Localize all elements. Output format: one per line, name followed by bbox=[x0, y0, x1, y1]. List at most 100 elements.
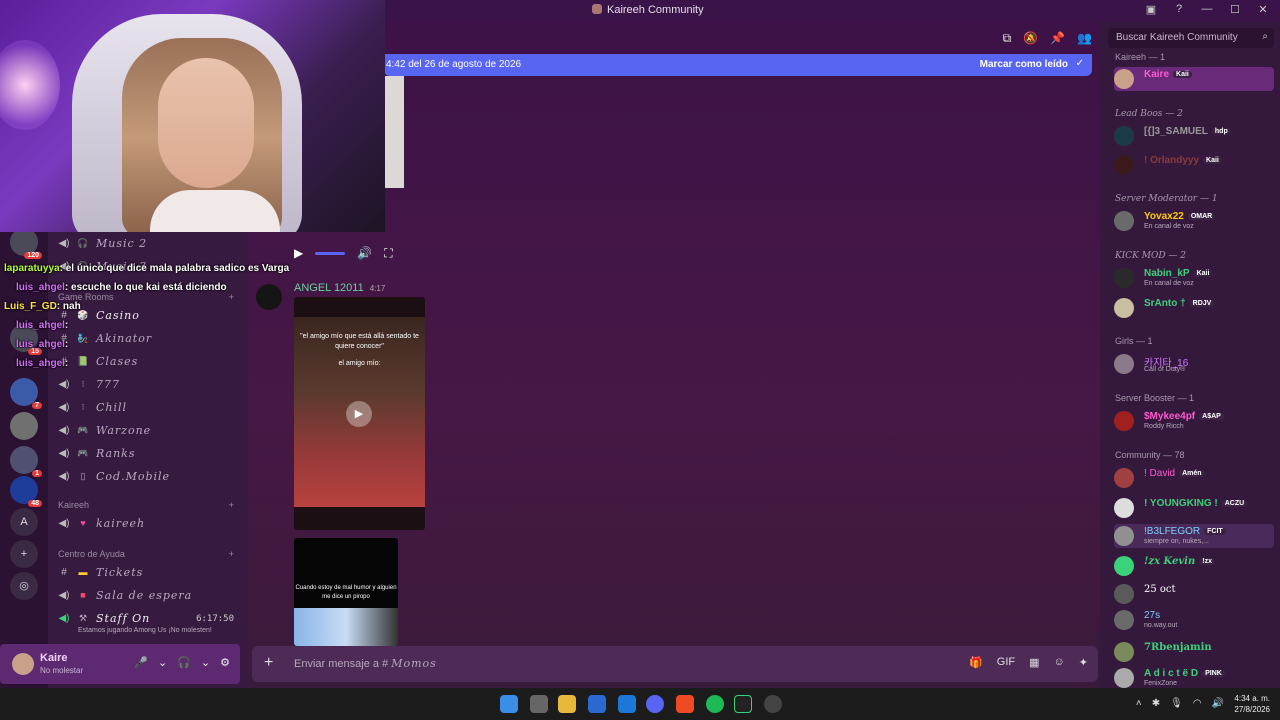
mark-read-button[interactable]: Marcar como leído bbox=[980, 59, 1068, 70]
play-icon[interactable]: ▶ bbox=[346, 401, 372, 427]
message-composer[interactable]: + Enviar mensaje a # Momos 🎁 GIF ▦ ☺ ✦ bbox=[252, 646, 1098, 682]
avatar bbox=[1114, 211, 1134, 231]
gif-icon[interactable]: GIF bbox=[997, 656, 1015, 669]
gift-icon[interactable]: 🎁 bbox=[969, 656, 983, 669]
search-input[interactable]: Buscar Kaireeh Community ⌕ bbox=[1108, 28, 1274, 48]
microphone-icon[interactable]: 🎤 bbox=[134, 656, 148, 669]
member-item[interactable]: 27s no.way.out bbox=[1114, 608, 1274, 632]
pin-icon[interactable]: 📌 bbox=[1050, 31, 1065, 46]
add-server-icon[interactable]: + bbox=[10, 540, 38, 568]
minimize-button[interactable]: — bbox=[1200, 3, 1214, 16]
volume-icon[interactable]: 🔊 bbox=[357, 246, 372, 260]
member-tag: FCIT bbox=[1204, 528, 1226, 535]
voice-channel[interactable]: ◀) 🎮 Warzone bbox=[58, 420, 151, 440]
headphones-icon[interactable]: 🎧 bbox=[177, 656, 191, 669]
clock[interactable]: 4:34 a. m. 27/8/2026 bbox=[1234, 693, 1270, 715]
windows-start-icon[interactable] bbox=[500, 695, 518, 713]
chevron-up-icon[interactable]: ˄ bbox=[1136, 698, 1142, 709]
avatar bbox=[1114, 556, 1134, 576]
wifi-icon[interactable]: ◠ bbox=[1193, 698, 1202, 709]
volume-icon[interactable]: 🔊 bbox=[1212, 698, 1224, 709]
edge-icon[interactable] bbox=[618, 695, 636, 713]
heart-icon: ♥ bbox=[80, 518, 86, 528]
member-item[interactable]: !zx Kevin !zx bbox=[1114, 554, 1274, 578]
member-item[interactable]: ! David Amén bbox=[1114, 466, 1274, 490]
emoji-icon[interactable]: ☺ bbox=[1054, 656, 1065, 669]
add-channel-icon[interactable]: + bbox=[229, 500, 234, 510]
new-messages-bar[interactable]: 4:42 del 26 de agosto de 2026 Marcar com… bbox=[384, 54, 1092, 76]
text-channel[interactable]: # 📗 Clases bbox=[58, 351, 138, 371]
play-icon[interactable]: ▶ bbox=[294, 246, 303, 260]
terminal-icon[interactable] bbox=[734, 695, 752, 713]
channel-emoji-icon: ■ bbox=[80, 590, 86, 600]
members-icon[interactable]: 👥 bbox=[1077, 31, 1092, 46]
server-icon[interactable]: 120 bbox=[10, 228, 42, 259]
member-item[interactable]: !B3LFEGOR FCIT siempre on, nukes,... bbox=[1114, 524, 1274, 548]
video-attachment[interactable]: Cuando estoy de mal humor y alguien me d… bbox=[294, 538, 398, 646]
member-item[interactable]: 25 oct bbox=[1114, 582, 1274, 606]
member-item[interactable]: 7Rbenjamin bbox=[1114, 640, 1274, 664]
inbox-icon[interactable]: ▣ bbox=[1144, 3, 1158, 16]
apps-icon[interactable]: ✦ bbox=[1079, 656, 1088, 669]
bluetooth-icon[interactable]: ✱ bbox=[1152, 698, 1160, 709]
maximize-button[interactable]: ☐ bbox=[1228, 3, 1242, 16]
fullscreen-icon[interactable]: ⛶ bbox=[384, 246, 392, 261]
mute-bell-icon[interactable]: 🔕 bbox=[1023, 31, 1038, 46]
voice-channel[interactable]: ◀) ■ Sala de espera bbox=[58, 585, 192, 605]
voice-channel[interactable]: ◀) 🎧 Music 2 bbox=[58, 233, 147, 253]
obs-icon[interactable] bbox=[764, 695, 782, 713]
member-item[interactable]: SrAnto † RDJV bbox=[1114, 296, 1274, 320]
member-item[interactable]: [{]3_SAMUEL hdp bbox=[1114, 124, 1274, 148]
category-kaireeh[interactable]: Kaireeh + bbox=[58, 500, 234, 510]
chevron-down-icon[interactable]: ⌄ bbox=[158, 656, 167, 669]
avatar[interactable] bbox=[256, 284, 282, 310]
avatar bbox=[1114, 642, 1134, 662]
store-icon[interactable] bbox=[588, 695, 606, 713]
member-item[interactable]: Kaire Kaii bbox=[1114, 67, 1274, 91]
mic-icon[interactable]: 🎙 bbox=[1170, 698, 1183, 709]
brave-icon[interactable] bbox=[676, 695, 694, 713]
member-item[interactable]: Yovax22 OMAR En canal de voz bbox=[1114, 209, 1274, 233]
text-channel[interactable]: # 🧞 Akinator bbox=[58, 328, 152, 348]
add-attachment-button[interactable]: + bbox=[264, 654, 273, 672]
file-explorer-icon[interactable] bbox=[558, 695, 576, 713]
member-item[interactable]: ! Orlandyyy Kaii bbox=[1114, 153, 1274, 177]
member-item[interactable]: Nabin_kP Kaii En canal de voz bbox=[1114, 266, 1274, 290]
voice-channel[interactable]: ◀) ⁝ Chill bbox=[58, 397, 127, 417]
video-attachment[interactable]: "el amigo mío que está allá sentado te q… bbox=[294, 297, 425, 530]
gear-icon[interactable]: ⚙ bbox=[220, 656, 230, 669]
volume-slider[interactable] bbox=[315, 251, 346, 255]
server-icon[interactable]: 48 bbox=[10, 476, 42, 507]
voice-channel[interactable]: ◀) ▯ Cod.Mobile bbox=[58, 466, 170, 486]
discord-icon[interactable] bbox=[646, 695, 664, 713]
task-view-icon[interactable] bbox=[530, 695, 548, 713]
member-item[interactable]: ! YOUNGKING ! ACZU bbox=[1114, 496, 1274, 520]
text-channel[interactable]: # ▬ Tickets bbox=[58, 562, 143, 582]
explore-icon[interactable]: ◎ bbox=[10, 572, 38, 600]
server-icon[interactable]: 7 bbox=[10, 378, 42, 409]
message-author[interactable]: ANGEL 12011 bbox=[294, 282, 364, 294]
mark-read-icon: ✓ bbox=[1075, 58, 1084, 69]
server-icon[interactable] bbox=[10, 412, 38, 440]
add-channel-icon[interactable]: + bbox=[229, 292, 234, 302]
help-icon[interactable]: ? bbox=[1172, 3, 1186, 16]
member-item[interactable]: $Mykee4pf A$AP Roddy Ricch bbox=[1114, 409, 1274, 433]
sticker-icon[interactable]: ▦ bbox=[1029, 656, 1039, 669]
member-item[interactable]: 카지타_16 Call of Duty® bbox=[1114, 352, 1274, 376]
threads-icon[interactable]: ⧉ bbox=[1003, 31, 1012, 46]
chevron-down-icon[interactable]: ⌄ bbox=[201, 656, 210, 669]
category-help[interactable]: Centro de Ayuda + bbox=[58, 549, 234, 559]
category-game-rooms[interactable]: Game Rooms + bbox=[58, 292, 234, 302]
voice-channel[interactable]: ◀) ⁝ 777 bbox=[58, 374, 120, 394]
member-item[interactable]: A d i c t ë D PINK FenixZone bbox=[1114, 666, 1274, 690]
server-letter-icon[interactable]: A bbox=[10, 508, 38, 536]
server-icon[interactable]: 1 bbox=[10, 446, 42, 477]
close-button[interactable]: ✕ bbox=[1256, 3, 1270, 16]
add-channel-icon[interactable]: + bbox=[229, 549, 234, 559]
avatar[interactable] bbox=[12, 653, 34, 675]
voice-channel[interactable]: ◀) 🎮 Ranks bbox=[58, 443, 136, 463]
spotify-icon[interactable] bbox=[706, 695, 724, 713]
voice-channel[interactable]: ◀) ♥ kaireeh bbox=[58, 513, 145, 533]
message-input[interactable]: Enviar mensaje a # Momos bbox=[294, 657, 437, 670]
voice-channel[interactable]: ◀) ⚒ Staff On bbox=[58, 608, 150, 628]
